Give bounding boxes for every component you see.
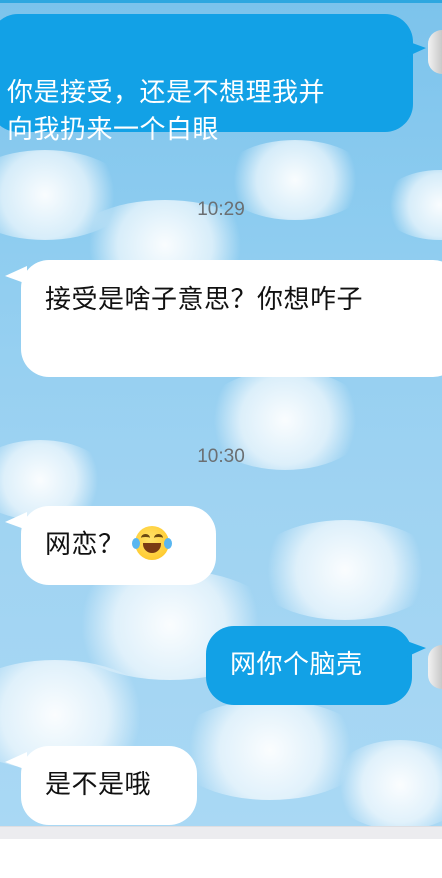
message-text: 网你个脑壳 [230,650,363,680]
bubble-tail [404,40,426,58]
timestamp: 10:29 [197,199,245,220]
message-bubble-outgoing[interactable]: 网你个脑壳 [206,626,412,705]
message-bubble-incoming[interactable]: 网恋？ [21,506,216,585]
message-bubble-incoming[interactable]: 接受是啥子意思？你想咋子 [21,260,442,377]
timestamp: 10:30 [197,446,245,467]
message-bubble-outgoing[interactable]: 你是接受，还是不想理我并 向我扔来一个白眼 [0,14,413,145]
message-bubble-incoming[interactable]: 是不是哦 [21,746,197,825]
tears-of-joy-emoji-icon [131,525,172,560]
cloud [250,520,440,620]
top-strip [0,0,442,3]
input-bar-divider [0,826,442,839]
avatar[interactable] [428,645,442,689]
message-text: 接受是啥子意思？你想咋子 [45,285,364,315]
message-text: 你是接受，还是不想理我并 向我扔来一个白眼 [7,78,326,145]
message-text: 网恋？ [45,530,125,560]
input-bar[interactable] [0,839,442,878]
bubble-tail [404,640,426,658]
message-text: 是不是哦 [45,770,152,800]
chat-area: 你是接受，还是不想理我并 向我扔来一个白眼 10:29 接受是啥子意思？你想咋子… [0,0,442,826]
avatar[interactable] [428,30,442,74]
